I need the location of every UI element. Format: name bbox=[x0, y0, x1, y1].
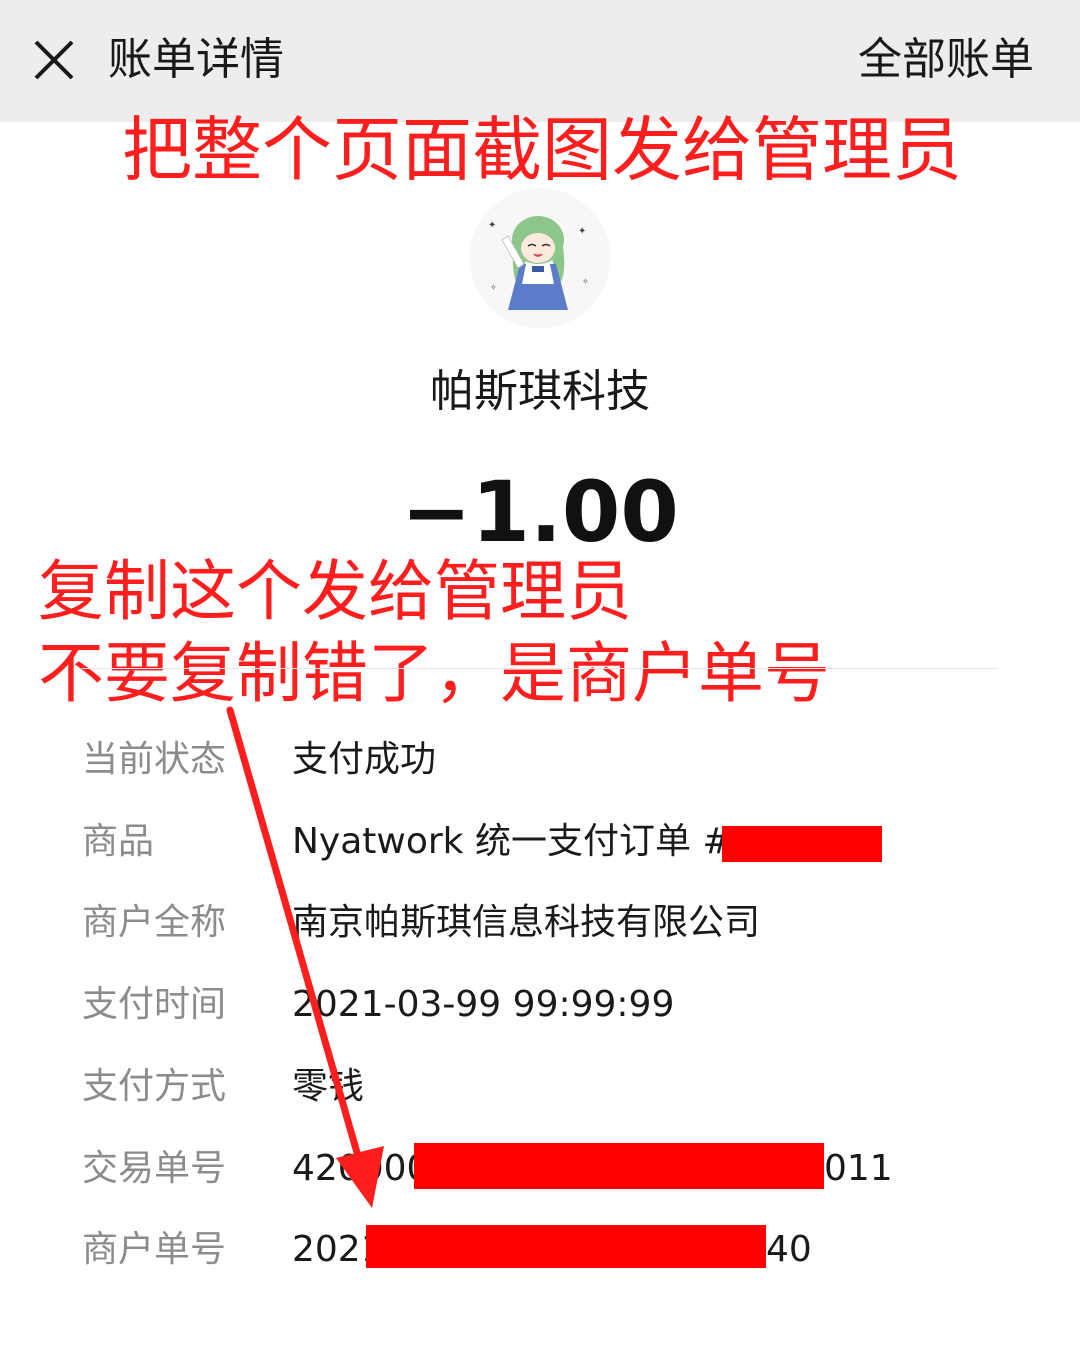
transaction-no-prefix[interactable]: 420000 bbox=[292, 1139, 429, 1199]
annotation-merchant-no-warning: 不要复制错了，是商户单号 bbox=[38, 635, 830, 712]
detail-row-merchant-full-name: 商户全称 南京帕斯琪信息科技有限公司 bbox=[82, 893, 998, 953]
svg-text:✦: ✦ bbox=[488, 220, 496, 231]
svg-text:✦: ✦ bbox=[578, 226, 586, 237]
svg-text:✧: ✧ bbox=[582, 277, 589, 286]
svg-text:✧: ✧ bbox=[490, 283, 497, 292]
status-value: 支付成功 bbox=[292, 739, 437, 780]
annotation-screenshot-instruction: 把整个页面截图发给管理员 bbox=[122, 109, 962, 191]
detail-row-status: 当前状态 支付成功 bbox=[82, 730, 998, 790]
pay-method-value: 零钱 bbox=[292, 1066, 365, 1107]
product-value[interactable]: Nyatwork 统一支付订单 # bbox=[292, 812, 733, 872]
redaction-merchant-no bbox=[366, 1225, 766, 1268]
close-icon[interactable] bbox=[30, 36, 78, 84]
annotation-copy-instruction: 复制这个发给管理员 bbox=[38, 553, 632, 630]
status-label: 当前状态 bbox=[82, 739, 227, 780]
merchant-name: 帕斯琪科技 bbox=[430, 366, 650, 417]
redaction-transaction-no bbox=[414, 1143, 824, 1189]
pay-method-label: 支付方式 bbox=[82, 1066, 227, 1107]
pay-time-label: 支付时间 bbox=[82, 984, 227, 1025]
merchant-no-suffix[interactable]: 40 bbox=[766, 1220, 812, 1280]
pay-time-value: 2021-03-99 99:99:99 bbox=[292, 984, 675, 1025]
merchant-no-label: 商户单号 bbox=[82, 1229, 227, 1270]
transaction-no-label: 交易单号 bbox=[82, 1148, 227, 1189]
merchant-full-name-value: 南京帕斯琪信息科技有限公司 bbox=[292, 902, 761, 943]
redaction-order-id bbox=[722, 826, 882, 862]
transaction-no-suffix[interactable]: 011 bbox=[824, 1139, 893, 1199]
merchant-full-name-label: 商户全称 bbox=[82, 902, 227, 943]
product-label: 商品 bbox=[82, 821, 155, 862]
detail-row-pay-time: 支付时间 2021-03-99 99:99:99 bbox=[82, 975, 998, 1035]
title-bar: 账单详情 全部账单 bbox=[0, 0, 1080, 122]
payment-amount: −1.00 bbox=[401, 463, 679, 561]
all-bills-link[interactable]: 全部账单 bbox=[858, 30, 1034, 90]
avatar: ✦ ✦ ✧ ✧ bbox=[470, 188, 610, 328]
divider bbox=[82, 668, 998, 669]
detail-row-pay-method: 支付方式 零钱 bbox=[82, 1057, 998, 1117]
page-title: 账单详情 bbox=[108, 34, 284, 85]
